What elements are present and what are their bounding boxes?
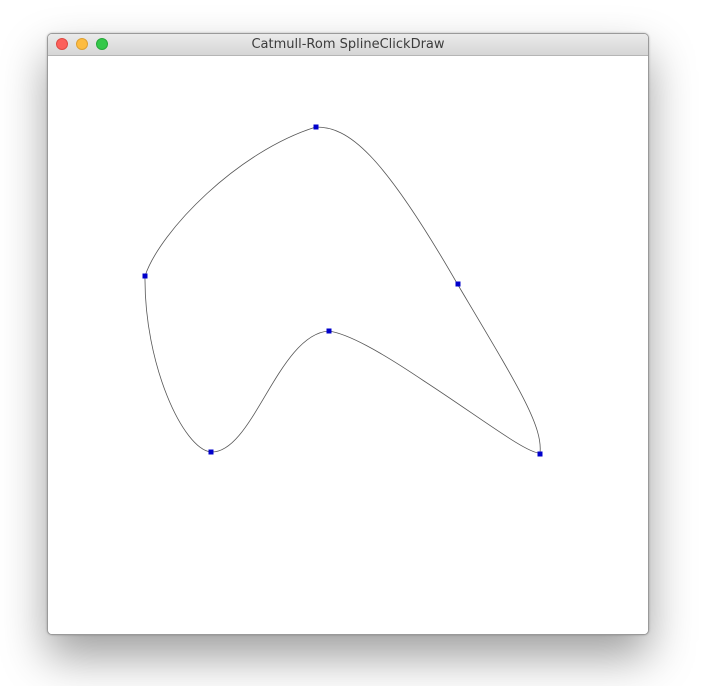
title-bar[interactable]: Catmull-Rom SplineClickDraw xyxy=(48,34,648,56)
control-point[interactable] xyxy=(537,451,543,457)
catmull-rom-spline-curve xyxy=(144,126,541,454)
control-point[interactable] xyxy=(142,273,148,279)
control-point[interactable] xyxy=(455,281,461,287)
drawing-canvas[interactable] xyxy=(48,56,648,634)
window-title: Catmull-Rom SplineClickDraw xyxy=(251,37,445,52)
app-window: Catmull-Rom SplineClickDraw xyxy=(47,33,649,635)
control-point[interactable] xyxy=(313,124,319,130)
control-point[interactable] xyxy=(208,449,214,455)
control-point[interactable] xyxy=(326,328,332,334)
spline-svg xyxy=(142,124,543,457)
